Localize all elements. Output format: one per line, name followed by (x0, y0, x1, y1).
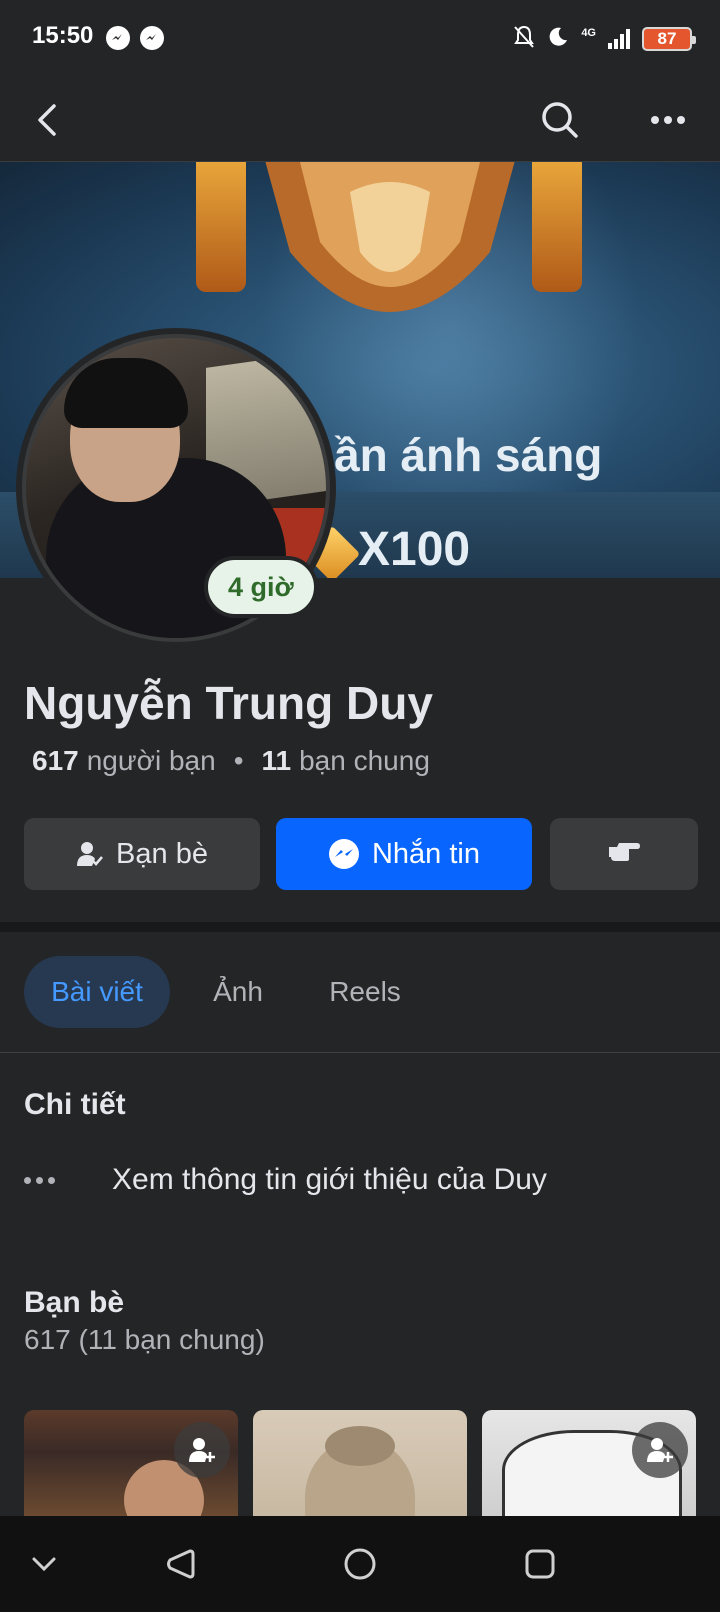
search-icon[interactable] (536, 96, 584, 144)
back-arrow-icon[interactable] (26, 96, 74, 144)
system-nav-bar (0, 1516, 720, 1612)
mutual-label: bạn chung (299, 745, 430, 776)
signal-icon (608, 29, 630, 49)
messenger-icon (140, 26, 164, 50)
tab-photos[interactable]: Ảnh (196, 956, 280, 1028)
battery-level: 87 (657, 29, 677, 48)
bell-off-icon (513, 25, 535, 54)
add-friend-icon[interactable] (174, 1422, 230, 1478)
details-intro-text: Xem thông tin giới thiệu của Duy (112, 1163, 547, 1196)
messenger-icon (106, 26, 130, 50)
section-divider (0, 922, 720, 932)
details-title: Chi tiết (24, 1088, 126, 1121)
messenger-icon (328, 838, 360, 870)
add-friend-icon[interactable] (632, 1422, 688, 1478)
more-dots-icon (24, 1176, 88, 1184)
emblem-graphic (265, 162, 515, 312)
mutual-count: 11 (261, 745, 292, 776)
details-intro-row[interactable]: Xem thông tin giới thiệu của Duy (24, 1158, 547, 1202)
profile-name: Nguyễn Trung Duy (24, 677, 433, 729)
poke-button[interactable] (550, 818, 698, 890)
tabs-divider (0, 1052, 720, 1053)
nav-home-icon[interactable] (336, 1540, 384, 1588)
poke-hand-icon (607, 838, 641, 871)
message-button-label: Nhắn tin (371, 837, 480, 870)
battery-icon: 87 (642, 27, 696, 51)
more-icon[interactable] (640, 96, 696, 144)
stats-separator: • (233, 745, 244, 776)
profile-tabs: Bài viết Ảnh Reels (0, 956, 720, 1028)
cover-multiplier: X100 (358, 523, 471, 576)
chevron-down-icon[interactable] (20, 1540, 68, 1588)
message-button[interactable]: Nhắn tin (276, 818, 532, 890)
friends-button[interactable]: Bạn bè (24, 818, 260, 890)
friend-card[interactable] (253, 1410, 467, 1516)
profile-stats: 617 người bạn • 11 bạn chung (32, 745, 430, 777)
friends-summary: 617 (11 bạn chung) (24, 1324, 265, 1355)
nav-back-icon[interactable] (156, 1540, 204, 1588)
friends-count: 617 (32, 745, 79, 776)
app-bar (0, 78, 720, 162)
status-badge[interactable]: 4 giờ (204, 556, 318, 618)
friend-check-icon (76, 840, 104, 868)
nav-recents-icon[interactable] (516, 1540, 564, 1588)
status-time: 15:50 (32, 22, 94, 49)
status-bar: 15:50 4G 87 (0, 0, 720, 78)
friends-label: người bạn (86, 745, 216, 776)
cover-text: ần ánh sáng (334, 429, 603, 481)
friends-button-label: Bạn bè (116, 837, 208, 870)
tab-reels[interactable]: Reels (310, 956, 420, 1028)
moon-icon (547, 26, 569, 53)
network-type: 4G (581, 27, 596, 39)
friends-title: Bạn bè (24, 1286, 125, 1319)
tab-posts[interactable]: Bài viết (24, 956, 170, 1028)
